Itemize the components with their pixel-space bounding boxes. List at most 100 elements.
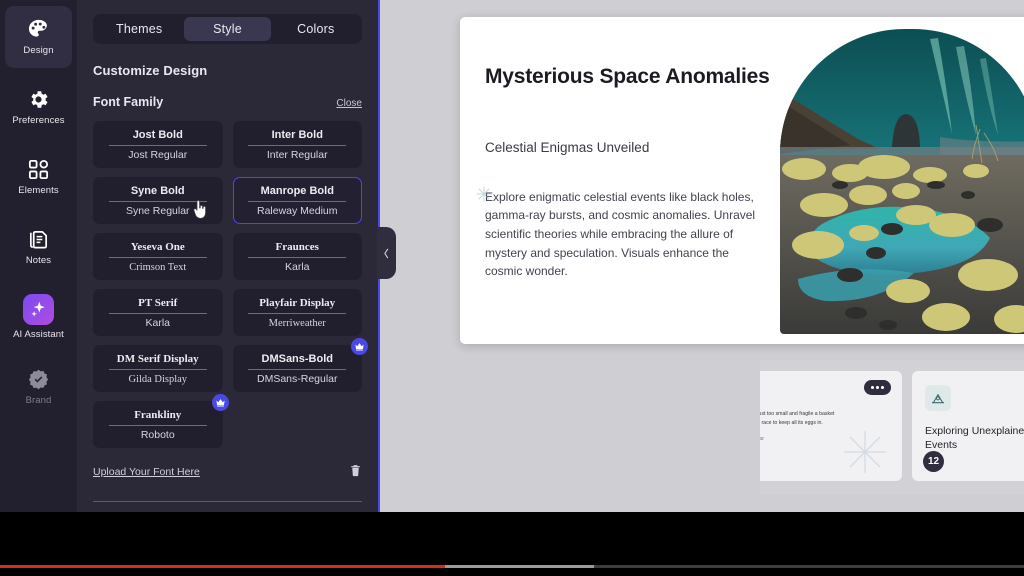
font-family-header: Font Family Close — [93, 95, 362, 109]
font-card-heading: Yeseva One — [130, 240, 185, 253]
divider — [108, 424, 207, 426]
font-card[interactable]: Inter Bold Inter Regular — [232, 121, 362, 168]
divider — [248, 200, 347, 202]
premium-crown-badge-icon — [351, 338, 368, 355]
panel-divider — [93, 501, 362, 502]
filmstrip-track: “ The Earth is just too small and fragil… — [760, 371, 1024, 481]
font-card-heading: Inter Bold — [271, 128, 323, 141]
tab-colors[interactable]: Colors — [273, 17, 359, 41]
slide-body[interactable]: Explore enigmatic celestial events like … — [485, 188, 761, 281]
divider — [108, 256, 207, 258]
slide-thumbnail[interactable]: “ The Earth is just too small and fragil… — [760, 371, 902, 481]
sidebar-item-preferences[interactable]: Preferences — [5, 76, 72, 138]
app-viewport: Design Preferences Elements Notes AI Ass… — [0, 0, 1024, 512]
divider — [248, 144, 347, 146]
sidebar-item-label: Preferences — [12, 115, 65, 126]
font-card-heading: PT Serif — [138, 296, 178, 309]
premium-crown-badge-icon — [211, 394, 229, 411]
video-player-bar — [0, 512, 1024, 576]
font-card[interactable]: DM Serif Display Gilda Display — [93, 345, 223, 392]
panel-heading: Customize Design — [93, 63, 208, 78]
tab-style[interactable]: Style — [184, 17, 271, 41]
slide-title[interactable]: Mysterious Space Anomalies — [485, 64, 780, 91]
slide-editor[interactable]: Mysterious Space Anomalies Celestial Eni… — [460, 17, 1024, 344]
sidebar-item-label: Elements — [18, 185, 59, 196]
design-panel: Themes Style Colors Customize Design Fon… — [77, 0, 380, 512]
font-card-body: Inter Regular — [266, 148, 328, 161]
gear-icon — [27, 88, 50, 111]
sidebar-item-label: Brand — [25, 395, 52, 406]
sidebar-item-brand[interactable]: Brand — [5, 356, 72, 418]
font-card-body: Jost Regular — [128, 148, 188, 161]
font-card[interactable]: Yeseva One Crimson Text — [93, 233, 223, 280]
app-root: Design Preferences Elements Notes AI Ass… — [0, 0, 1024, 576]
font-card[interactable]: Playfair Display Merriweather — [232, 289, 362, 336]
upload-font-link[interactable]: Upload Your Font Here — [93, 466, 200, 478]
font-card-heading: Playfair Display — [259, 296, 336, 309]
sparkle-star-icon — [475, 185, 493, 203]
font-card-body: DMSans-Regular — [256, 372, 338, 385]
font-card[interactable]: PT Serif Karla — [93, 289, 223, 336]
close-link[interactable]: Close — [336, 98, 362, 109]
slide-image-column — [780, 17, 1024, 344]
left-icon-rail: Design Preferences Elements Notes AI Ass… — [0, 0, 77, 512]
sparkle-icon — [23, 294, 54, 325]
font-family-grid: Jost Bold Jost Regular Inter Bold Inter … — [93, 121, 368, 448]
font-card-heading: Syne Bold — [130, 184, 185, 197]
slide-subtitle[interactable]: Celestial Enigmas Unveiled — [485, 140, 780, 155]
slide-canvas: Mysterious Space Anomalies Celestial Eni… — [380, 0, 1024, 512]
grid-shapes-icon — [27, 158, 50, 181]
badge-check-icon — [27, 368, 50, 391]
divider — [108, 368, 207, 370]
video-scrubber[interactable] — [0, 565, 1024, 568]
video-progress-bar — [0, 565, 446, 568]
trash-icon[interactable] — [349, 464, 362, 479]
font-card-body: Syne Regular — [125, 204, 190, 217]
font-card-heading: DMSans-Bold — [261, 352, 334, 365]
thumbnail-number: 12 — [923, 451, 944, 472]
divider — [108, 312, 207, 314]
slide-text-column: Mysterious Space Anomalies Celestial Eni… — [460, 17, 780, 344]
divider — [248, 368, 347, 370]
starburst-icon — [842, 429, 888, 475]
font-card-heading: Fraunces — [275, 240, 319, 253]
font-card-body: Karla — [284, 260, 310, 273]
font-card[interactable]: Jost Bold Jost Regular — [93, 121, 223, 168]
divider — [248, 256, 347, 258]
sidebar-item-ai-assistant[interactable]: AI Assistant — [5, 286, 72, 348]
divider — [248, 312, 347, 314]
tab-themes[interactable]: Themes — [96, 17, 182, 41]
slide-image[interactable] — [780, 29, 1024, 334]
font-card-heading: Jost Bold — [132, 128, 183, 141]
font-card[interactable]: DMSans-Bold DMSans-Regular — [232, 338, 368, 392]
panel-collapse-handle[interactable] — [377, 227, 396, 279]
font-card-body: Gilda Display — [128, 373, 188, 385]
observatory-icon — [925, 385, 951, 411]
sidebar-item-notes[interactable]: Notes — [5, 216, 72, 278]
font-card-heading: DM Serif Display — [116, 352, 199, 365]
slide-thumbnail[interactable]: Exploring Unexplained Celestial Events 1… — [912, 371, 1024, 481]
notes-icon — [27, 228, 50, 251]
font-card-body: Roboto — [140, 428, 175, 441]
font-family-label: Font Family — [93, 95, 164, 109]
font-card-body: Raleway Medium — [256, 204, 338, 217]
font-card-body: Merriweather — [268, 317, 326, 329]
sidebar-item-label: AI Assistant — [13, 329, 64, 340]
font-card-body: Karla — [145, 316, 170, 329]
sidebar-item-design[interactable]: Design — [5, 6, 72, 68]
sidebar-item-label: Design — [23, 45, 54, 56]
panel-tabs: Themes Style Colors — [93, 14, 362, 44]
sidebar-item-label: Notes — [25, 255, 52, 266]
thumbnail-heading: Exploring Unexplained Celestial Events — [925, 425, 1024, 451]
slide-filmstrip[interactable]: “ The Earth is just too small and fragil… — [760, 360, 1024, 495]
font-card-selected[interactable]: Manrope Bold Raleway Medium — [232, 177, 362, 224]
palette-icon — [27, 18, 50, 41]
font-card[interactable]: Fraunces Karla — [232, 233, 362, 280]
sidebar-item-elements[interactable]: Elements — [5, 146, 72, 208]
mouse-cursor-pointer-icon — [192, 199, 208, 220]
chevron-left-icon — [384, 248, 389, 258]
thumbnail-more-options-icon[interactable] — [864, 380, 891, 395]
font-card[interactable]: Frankliny Roboto — [93, 394, 229, 448]
font-card-heading: Manrope Bold — [260, 184, 334, 197]
font-card-heading: Frankliny — [134, 408, 182, 421]
